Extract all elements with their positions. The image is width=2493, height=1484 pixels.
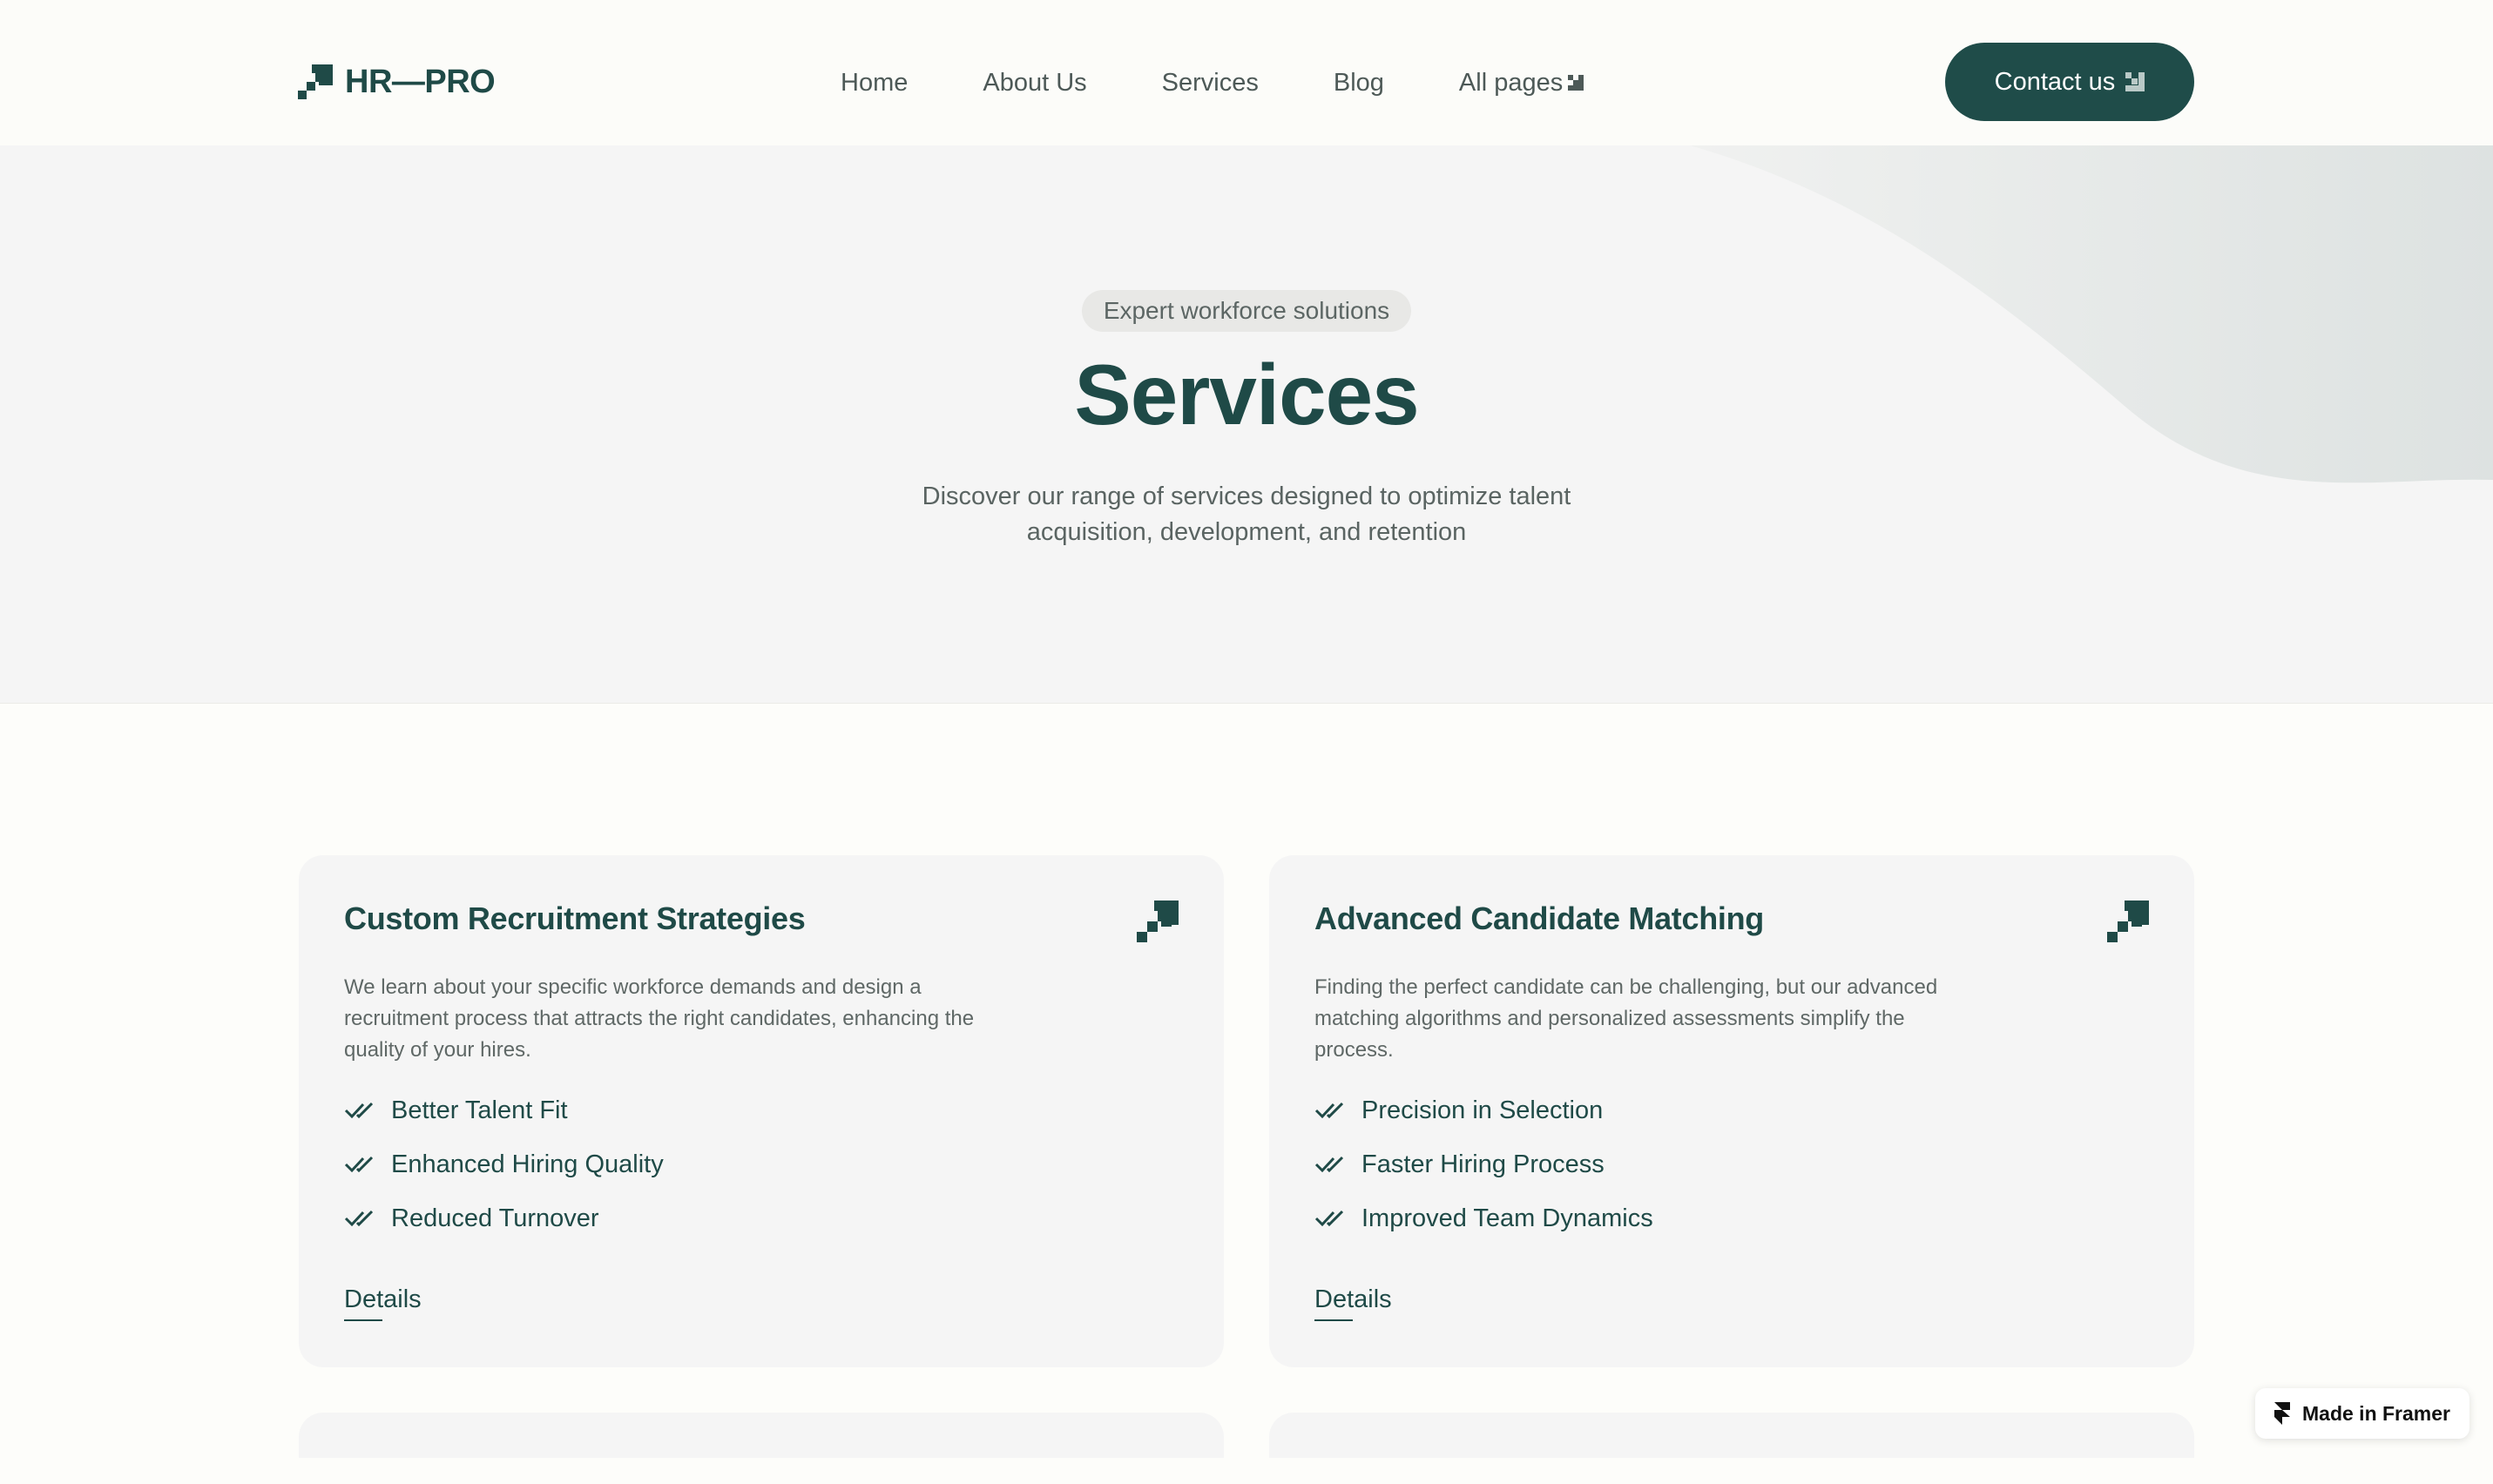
framer-badge-label: Made in Framer xyxy=(2302,1401,2450,1425)
details-link[interactable]: Details xyxy=(1314,1285,1392,1321)
double-check-icon xyxy=(344,1208,377,1229)
double-check-icon xyxy=(344,1154,377,1175)
hero-section: Expert workforce solutions Services Disc… xyxy=(0,145,2493,704)
hero-subtitle: Discover our range of services designed … xyxy=(922,482,1571,546)
framer-icon xyxy=(2274,1402,2290,1425)
nav-home[interactable]: Home xyxy=(841,69,908,98)
feature-item: Enhanced Hiring Quality xyxy=(344,1137,664,1191)
nav-about-us[interactable]: About Us xyxy=(983,69,1086,98)
feature-label: Precision in Selection xyxy=(1361,1096,1604,1124)
double-check-icon xyxy=(344,1100,377,1121)
service-card: Custom Recruitment Strategies We learn a… xyxy=(299,855,1224,1367)
contact-us-label: Contact us xyxy=(1994,67,2116,96)
nav-services[interactable]: Services xyxy=(1162,69,1259,98)
feature-list: Precision in Selection Faster Hiring Pro… xyxy=(1314,1083,1653,1245)
page-bottom-edge xyxy=(0,1458,2493,1484)
logo[interactable]: HR—PRO xyxy=(298,63,496,101)
service-card-title: Custom Recruitment Strategies xyxy=(344,901,806,936)
main-nav: Home About Us Services Blog All pages xyxy=(841,63,1584,103)
feature-item: Better Talent Fit xyxy=(344,1083,664,1137)
stairs-icon xyxy=(1137,901,1179,942)
stairs-logo-icon xyxy=(298,64,333,99)
logo-text: HR—PRO xyxy=(345,63,496,100)
nav-blog[interactable]: Blog xyxy=(1334,69,1384,98)
page-title: Services xyxy=(1074,347,1419,442)
double-check-icon xyxy=(1314,1100,1348,1121)
feature-item: Precision in Selection xyxy=(1314,1083,1653,1137)
feature-label: Faster Hiring Process xyxy=(1361,1150,1605,1178)
service-card: Advanced Candidate Matching Finding the … xyxy=(1269,855,2194,1367)
feature-item: Reduced Turnover xyxy=(344,1191,664,1245)
nav-all-pages[interactable]: All pages xyxy=(1459,69,1584,98)
feature-label: Enhanced Hiring Quality xyxy=(391,1150,664,1178)
feature-label: Reduced Turnover xyxy=(391,1204,599,1232)
double-check-icon xyxy=(1314,1154,1348,1175)
service-card-title: Advanced Candidate Matching xyxy=(1314,901,1764,936)
feature-label: Improved Team Dynamics xyxy=(1361,1204,1653,1232)
nav-all-pages-label: All pages xyxy=(1458,68,1564,97)
double-check-icon xyxy=(1314,1208,1348,1229)
feature-item: Faster Hiring Process xyxy=(1314,1137,1653,1191)
stairs-icon xyxy=(2107,901,2149,942)
site-header: HR—PRO Home About Us Services Blog All p… xyxy=(0,0,2493,145)
feature-list: Better Talent Fit Enhanced Hiring Qualit… xyxy=(344,1083,664,1245)
service-card-description: We learn about your specific workforce d… xyxy=(344,975,975,1062)
service-card-description: Finding the perfect candidate can be cha… xyxy=(1314,975,1938,1062)
feature-item: Improved Team Dynamics xyxy=(1314,1191,1653,1245)
arrow-down-right-icon xyxy=(1568,75,1584,91)
feature-label: Better Talent Fit xyxy=(391,1096,568,1124)
made-in-framer-badge[interactable]: Made in Framer xyxy=(2255,1388,2469,1439)
arrow-down-right-icon xyxy=(2125,72,2145,91)
details-link[interactable]: Details xyxy=(344,1285,422,1321)
hero-badge: Expert workforce solutions xyxy=(1082,290,1411,332)
contact-us-button[interactable]: Contact us xyxy=(1945,43,2194,121)
